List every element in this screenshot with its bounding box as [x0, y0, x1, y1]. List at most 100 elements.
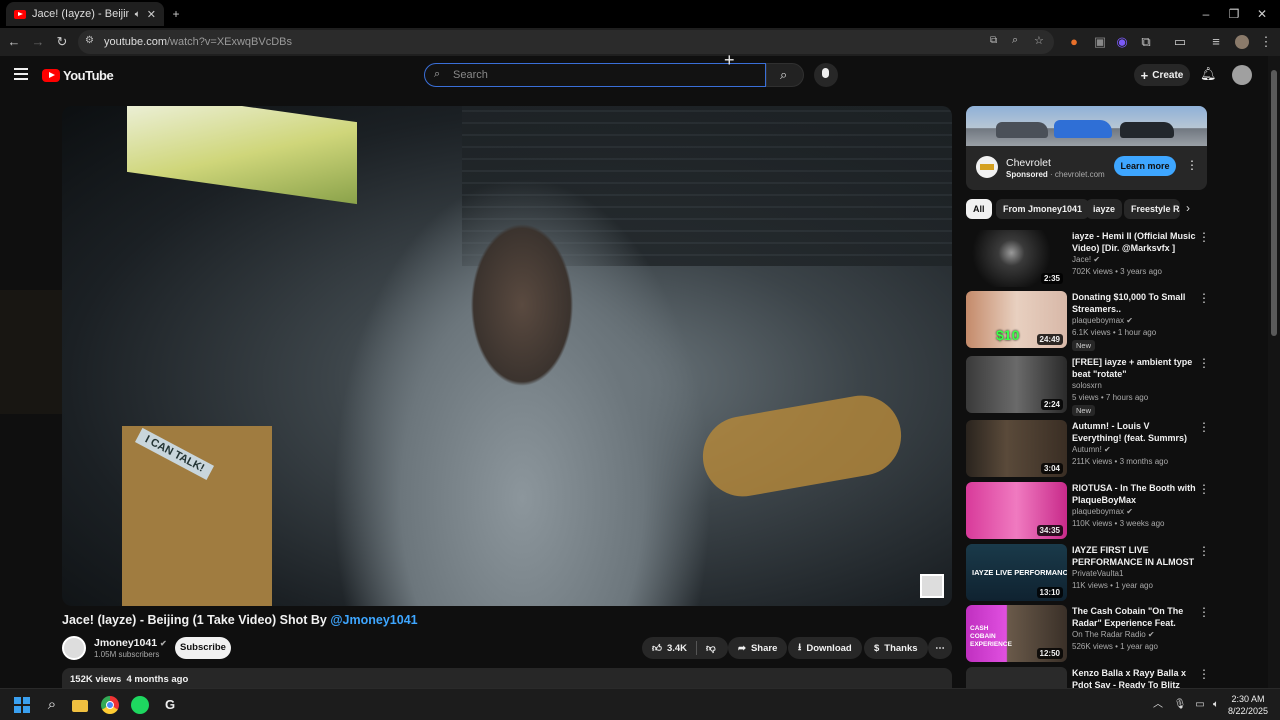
recommendation-thumbnail[interactable]: CASH COBAIN EXPERIENCE 12:50: [966, 605, 1067, 662]
minimize-button[interactable]: –: [1196, 4, 1216, 24]
recommendation-item[interactable]: 3:04 Autumn! - Louis V Everything! (feat…: [966, 420, 1212, 478]
recommendation-thumbnail[interactable]: 2:24: [966, 356, 1067, 413]
youtube-logo[interactable]: YouTube: [42, 68, 114, 83]
chip-all[interactable]: All: [966, 199, 992, 219]
hamburger-menu-icon[interactable]: [14, 68, 28, 80]
extension-icon[interactable]: ●: [1064, 32, 1084, 52]
recommendation-thumbnail[interactable]: 3:04: [966, 420, 1067, 477]
profile-avatar[interactable]: [1232, 32, 1252, 52]
volume-icon[interactable]: 🔈︎: [1206, 695, 1226, 715]
recommendation-title: [FREE] iayze + ambient type beat "rotate…: [1072, 357, 1193, 379]
sponsored-ad-card[interactable]: Chevrolet Sponsored · chevrolet.com Lear…: [966, 106, 1207, 190]
install-icon[interactable]: ⧉: [990, 35, 997, 46]
recommendation-more-icon[interactable]: ⋮: [1198, 420, 1210, 436]
microphone-tray-icon[interactable]: 🎙︎: [1170, 695, 1190, 715]
dislike-button[interactable]: 👎︎: [706, 642, 716, 654]
recommendation-thumbnail[interactable]: IAYZE LIVE PERFORMANCE 13:10: [966, 544, 1067, 601]
app-g-icon[interactable]: G: [160, 695, 180, 715]
recommendation-more-icon[interactable]: ⋮: [1198, 605, 1210, 621]
search-box[interactable]: ⌕: [424, 63, 766, 87]
ad-banner-image[interactable]: [966, 106, 1207, 146]
chrome-icon[interactable]: [100, 695, 120, 715]
create-button[interactable]: + Create: [1134, 64, 1190, 86]
recommendation-channel: plaqueboymax ✔: [1072, 507, 1133, 516]
maximize-button[interactable]: ❐: [1224, 4, 1244, 24]
search-icon[interactable]: ⌕: [42, 695, 62, 715]
recommendation-more-icon[interactable]: ⋮: [1198, 230, 1210, 246]
like-button[interactable]: 👍︎ 3.4K: [652, 642, 688, 655]
forward-button[interactable]: →: [28, 32, 48, 52]
like-count: 3.4K: [666, 642, 688, 654]
windows-start-icon[interactable]: [12, 695, 32, 715]
zoom-icon[interactable]: ⌕: [1012, 34, 1018, 47]
super-thanks-icon: $: [874, 642, 880, 654]
extension-purple-icon[interactable]: ◉: [1112, 32, 1132, 52]
ad-more-icon[interactable]: ⋮: [1186, 158, 1198, 172]
thanks-button[interactable]: $ Thanks: [864, 637, 928, 659]
chrome-menu-icon[interactable]: ⋮: [1256, 32, 1276, 52]
address-bar[interactable]: ⚙ youtube.com/watch?v=XExwqBVcDBs ⧉ ⌕ ☆: [78, 30, 1054, 54]
channel-watermark[interactable]: [920, 574, 944, 598]
chip-freestyle[interactable]: Freestyle Ra: [1124, 199, 1180, 219]
recommendation-item[interactable]: CASH COBAIN EXPERIENCE 12:50 The Cash Co…: [966, 605, 1212, 663]
video-person: [332, 176, 712, 606]
close-window-button[interactable]: ✕: [1252, 4, 1272, 24]
voice-search-button[interactable]: [814, 63, 838, 87]
file-explorer-icon[interactable]: [70, 695, 90, 715]
recommendation-more-icon[interactable]: ⋮: [1198, 667, 1210, 683]
subscribe-button[interactable]: Subscribe: [175, 637, 231, 659]
url-host: youtube.com: [104, 36, 167, 48]
scrollbar-thumb[interactable]: [1271, 70, 1277, 336]
chips-next-chevron-icon[interactable]: ›: [1186, 201, 1190, 215]
spotify-icon[interactable]: [130, 695, 150, 715]
recommendation-item[interactable]: 2:24 [FREE] iayze + ambient type beat "r…: [966, 356, 1212, 416]
video-player[interactable]: I CAN TALK!: [62, 106, 952, 606]
page-scrollbar[interactable]: [1268, 56, 1280, 688]
more-actions-button[interactable]: ⋯: [928, 637, 952, 659]
recommendation-item[interactable]: Kenzo Balla x Rayy Balla x Pdot Sav - Re…: [966, 667, 1212, 688]
extensions-puzzle-icon[interactable]: ⧉: [1136, 32, 1156, 52]
back-button[interactable]: ←: [4, 32, 24, 52]
clock-time[interactable]: 2:30 AM: [1228, 694, 1268, 704]
recommendation-item[interactable]: IAYZE LIVE PERFORMANCE 13:10 IAYZE FIRST…: [966, 544, 1212, 602]
media-controls-icon[interactable]: ≡: [1206, 32, 1226, 52]
clock-date[interactable]: 8/22/2025: [1224, 706, 1272, 716]
recommendation-more-icon[interactable]: ⋮: [1198, 291, 1210, 307]
bookmark-star-icon[interactable]: ☆: [1034, 34, 1044, 47]
extension-badge-icon[interactable]: ▣: [1090, 32, 1110, 52]
recommendation-more-icon[interactable]: ⋮: [1198, 482, 1210, 498]
chip-from-channel[interactable]: From Jmoney1041: [996, 199, 1090, 219]
share-icon: ➦: [738, 642, 746, 654]
reload-button[interactable]: ↻: [52, 32, 72, 52]
recommendation-title: IAYZE FIRST LIVE PERFORMANCE IN ALMOST 3…: [1072, 545, 1195, 567]
notifications-bell-icon[interactable]: 🔔︎: [1200, 66, 1217, 82]
close-tab-icon[interactable]: ✕: [147, 8, 156, 21]
recommendation-thumbnail[interactable]: $10 24:49: [966, 291, 1067, 348]
browser-tab[interactable]: Jace! (Iayze) - Beijing (1 Take 🔈︎ ✕: [6, 2, 164, 26]
recommendation-thumbnail[interactable]: [966, 667, 1067, 688]
learn-more-button[interactable]: Learn more: [1114, 156, 1176, 176]
channel-avatar[interactable]: [62, 636, 86, 660]
recommendation-more-icon[interactable]: ⋮: [1198, 544, 1210, 560]
cursor-icon: +: [724, 50, 735, 70]
channel-name[interactable]: Jmoney1041 ✔: [94, 637, 167, 649]
cast-icon[interactable]: ▭: [1170, 32, 1190, 52]
account-avatar[interactable]: [1232, 65, 1252, 85]
recommendation-more-icon[interactable]: ⋮: [1198, 356, 1210, 372]
share-button[interactable]: ➦ Share: [728, 637, 788, 659]
download-button[interactable]: ⭳ Download: [788, 637, 862, 659]
tray-chevron-icon[interactable]: ︿: [1148, 695, 1168, 715]
search-input[interactable]: [453, 69, 743, 81]
recommendation-item[interactable]: 2:35 iayze - Hemi II (Official Music Vid…: [966, 230, 1212, 288]
description-box[interactable]: 152K views 4 months ago: [62, 668, 952, 690]
title-mention-link[interactable]: @Jmoney1041: [330, 613, 417, 627]
recommendation-item[interactable]: 34:35 RIOTUSA - In The Booth with Plaque…: [966, 482, 1212, 540]
recommendation-item[interactable]: $10 24:49 Donating $10,000 To Small Stre…: [966, 291, 1212, 351]
new-tab-button[interactable]: +: [166, 4, 186, 24]
recommendation-thumbnail[interactable]: 34:35: [966, 482, 1067, 539]
audio-icon[interactable]: 🔈︎: [135, 9, 141, 20]
site-info-icon[interactable]: ⚙: [85, 35, 94, 46]
recommendation-thumbnail[interactable]: 2:35: [966, 230, 1067, 287]
search-button[interactable]: ⌕: [766, 63, 804, 87]
chip-iayze[interactable]: iayze: [1086, 199, 1123, 219]
